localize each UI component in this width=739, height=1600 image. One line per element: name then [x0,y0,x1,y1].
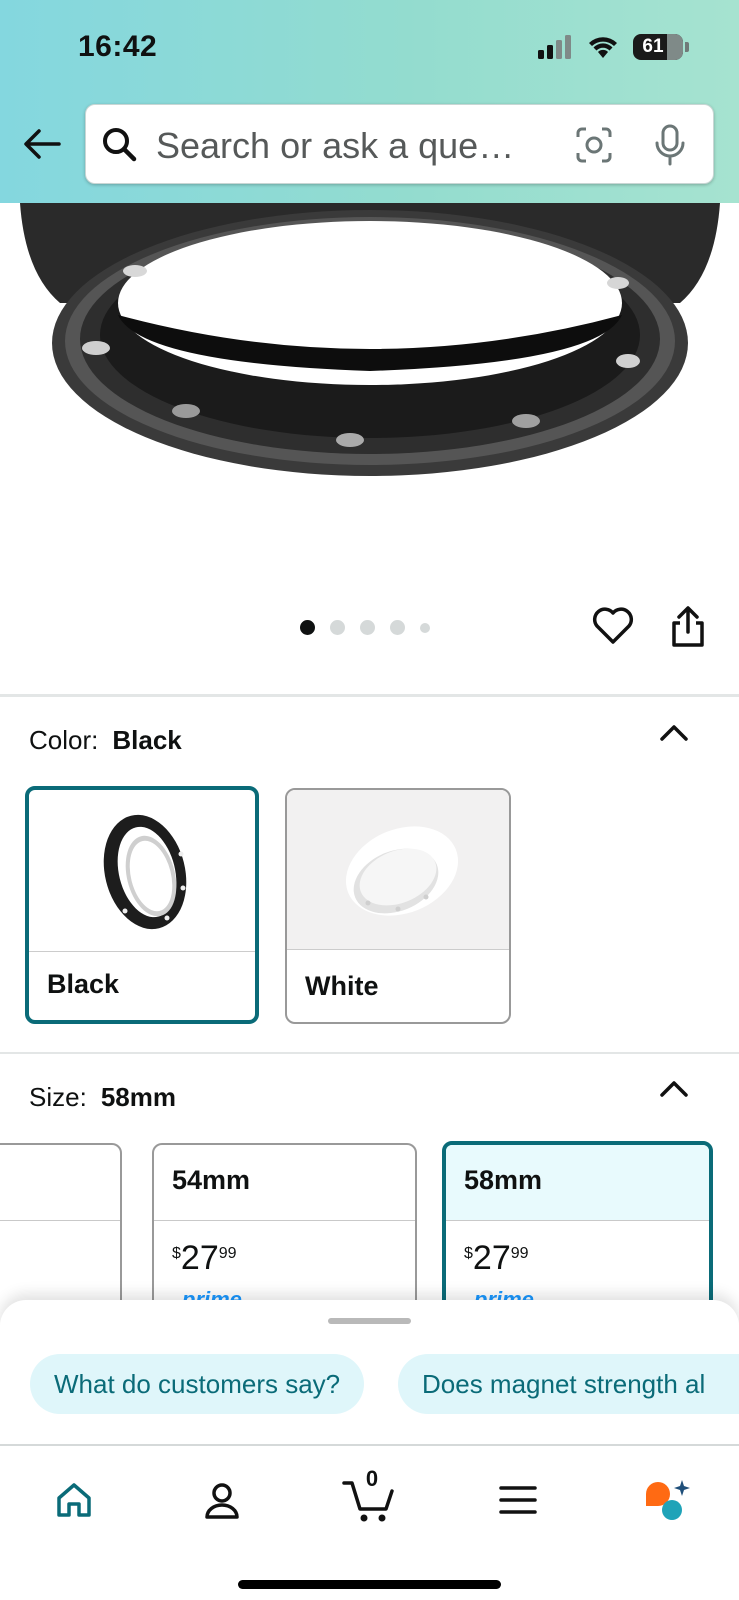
menu-icon [499,1486,537,1514]
size-option-price: $27 99 [172,1239,237,1277]
color-option-label: Black [47,969,120,999]
status-time: 16:42 [78,30,158,63]
nav-account[interactable] [194,1472,250,1528]
header: 16:42 61 Search or ask a que… [0,0,739,203]
signal-icon [538,35,571,59]
rufus-suggestions-sheet: What do customers say? Does magnet stren… [0,1300,739,1446]
size-option-label: 58mm [446,1145,709,1221]
black-ring-thumbnail [103,814,187,929]
cart-count: 0 [365,1466,379,1491]
microphone-icon[interactable] [652,123,688,167]
carousel-dot[interactable] [330,620,345,635]
status-icons: 61 [537,34,689,60]
white-ring-thumbnail [345,825,459,916]
product-image[interactable] [0,203,739,533]
carousel-dot[interactable] [420,622,430,633]
image-carousel-dots[interactable] [300,620,430,635]
color-thumbnail-white [287,790,509,950]
sheet-drag-handle[interactable] [328,1318,411,1324]
carousel-dot[interactable] [360,620,375,635]
nav-menu[interactable] [490,1472,546,1528]
suggestion-chip[interactable]: What do customers say? [30,1354,365,1414]
share-button[interactable] [670,606,706,653]
rufus-icon [646,1480,690,1520]
chevron-up-icon[interactable] [659,1078,689,1098]
bottom-navigation: 0 [0,1444,739,1600]
magnetic-ring-product-photo [20,203,720,476]
nav-rufus[interactable] [638,1472,694,1528]
wishlist-button[interactable] [592,607,634,650]
size-selected-value: 58mm [100,1082,176,1112]
home-indicator [238,1580,501,1589]
battery-level: 61 [642,36,664,57]
back-button[interactable] [20,122,64,166]
share-icon [672,606,704,647]
account-icon [205,1483,239,1519]
color-option-black[interactable]: Black [25,786,259,1024]
search-icon [103,128,137,162]
home-icon [57,1483,91,1517]
back-arrow-icon [24,129,61,159]
color-option-label: White [305,971,379,1001]
size-label: Size: [29,1082,87,1112]
nav-cart[interactable]: 0 [342,1466,398,1528]
chevron-up-icon[interactable] [659,722,689,742]
carousel-dot[interactable] [300,620,315,635]
color-selector-label: Color: Black [29,725,182,756]
heart-icon [592,607,634,644]
nav-home[interactable] [46,1472,102,1528]
size-selector-label: Size: 58mm [29,1082,176,1113]
size-option-price: $27 99 [464,1239,529,1277]
camera-lens-icon[interactable] [574,125,614,165]
color-thumbnail-black [29,790,255,952]
size-option-label [0,1145,120,1221]
section-divider [0,694,739,697]
color-option-white[interactable]: White [285,788,511,1024]
search-input[interactable]: Search or ask a que… [156,125,514,167]
section-divider [0,1052,739,1054]
color-selected-value: Black [112,725,182,755]
battery-icon: 61 [633,34,683,60]
wifi-icon [589,37,617,58]
carousel-dot[interactable] [390,620,405,635]
suggestion-chip[interactable]: Does magnet strength al [398,1354,739,1414]
search-bar[interactable]: Search or ask a que… [85,104,714,184]
color-label: Color: [29,725,99,755]
size-option-label: 54mm [154,1145,415,1221]
